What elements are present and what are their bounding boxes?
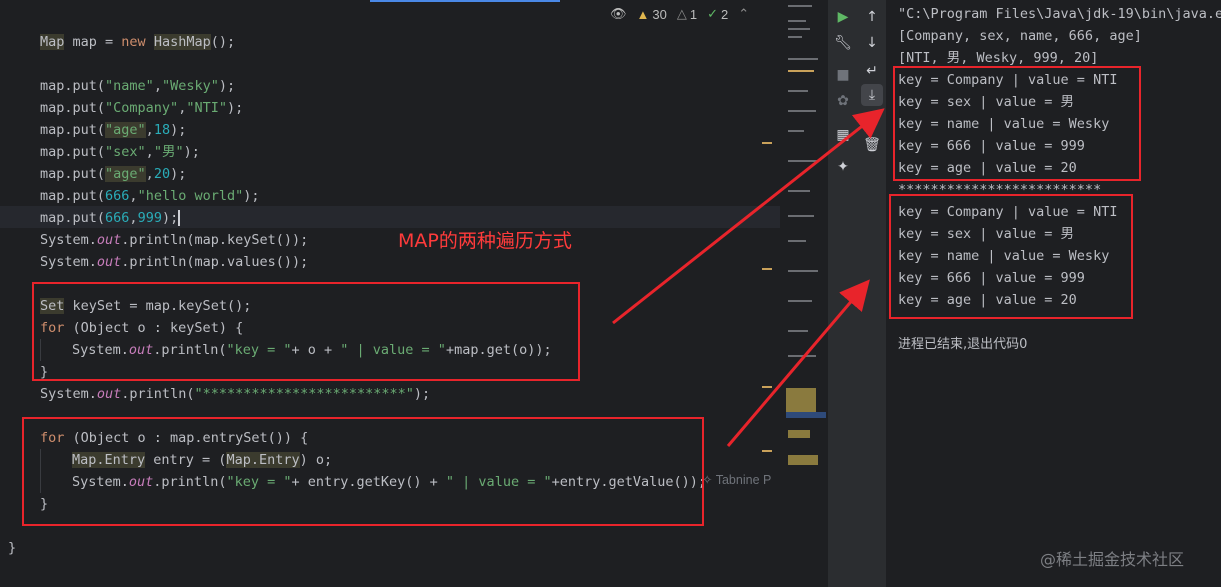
arrow-to-output2 — [726, 279, 870, 447]
arrow-to-output1 — [612, 108, 885, 325]
annotation-arrows — [612, 108, 885, 447]
